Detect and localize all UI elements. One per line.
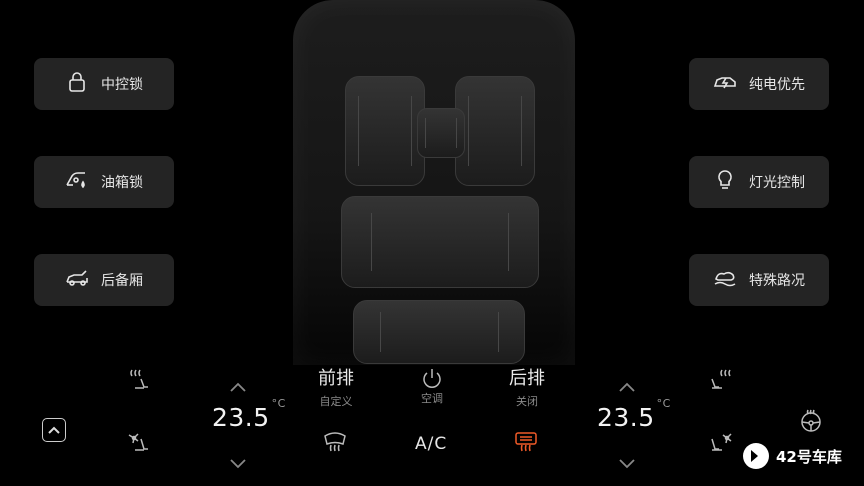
chevron-up-icon	[619, 382, 635, 392]
seat-vent-icon	[711, 433, 732, 451]
ac-button[interactable]: A/C	[415, 434, 447, 454]
seat-heat-icon	[130, 369, 148, 389]
rear-defrost-icon	[515, 432, 537, 452]
trunk-label: 后备厢	[101, 273, 143, 289]
front-zone-title: 前排	[318, 368, 354, 389]
third-row-seat	[353, 300, 525, 364]
center-console	[417, 108, 465, 158]
right-temp-display: 23.5 °C	[597, 397, 671, 432]
seat-heat-icon	[711, 369, 731, 389]
left-temp-display: 23.5 °C	[212, 397, 286, 432]
front-left-seat	[345, 76, 425, 186]
steering-wheel-heat-button[interactable]	[798, 408, 824, 438]
light-control-button[interactable]: 灯光控制	[689, 156, 829, 208]
ev-priority-icon	[713, 70, 737, 98]
left-seat-heat-button[interactable]	[126, 366, 152, 396]
lock-icon	[65, 70, 89, 98]
right-temp-down-button[interactable]	[618, 454, 636, 473]
ev-priority-button[interactable]: 纯电优先	[689, 58, 829, 110]
fuel-cap-lock-button[interactable]: 油箱锁	[34, 156, 174, 208]
left-temp-value: 23.5	[212, 403, 270, 432]
front-right-seat	[455, 76, 535, 186]
ac-power-button[interactable]: 空调	[414, 366, 450, 406]
front-zone-sub: 自定义	[319, 395, 353, 408]
trunk-button[interactable]: 后备厢	[34, 254, 174, 306]
left-temp-up-button[interactable]	[229, 378, 247, 397]
watermark-logo: 42号车库	[742, 442, 842, 470]
terrain-icon	[713, 266, 737, 294]
chevron-down-icon	[619, 459, 635, 469]
chevron-up-icon	[48, 426, 60, 434]
steering-wheel-heat-icon	[801, 409, 821, 432]
front-zone-button[interactable]: 前排 自定义	[306, 364, 366, 409]
right-seat-vent-button[interactable]	[708, 428, 734, 458]
right-temp-unit: °C	[656, 397, 671, 410]
rear-zone-sub: 关闭	[516, 395, 538, 408]
special-road-button[interactable]: 特殊路况	[689, 254, 829, 306]
fuel-cap-icon	[65, 168, 89, 196]
climate-bar: 23.5 °C 前排 自定义 空调 A/C 后排 关闭 23.5 °C 42号车…	[0, 356, 864, 486]
right-temp-up-button[interactable]	[618, 378, 636, 397]
rear-zone-button[interactable]: 后排 关闭	[497, 364, 557, 409]
ev-priority-label: 纯电优先	[749, 77, 805, 93]
chevron-up-icon	[230, 382, 246, 392]
rear-zone-title: 后排	[509, 368, 545, 389]
right-seat-heat-button[interactable]	[708, 366, 734, 396]
second-row-seat	[341, 196, 539, 288]
watermark-text: 42号车库	[776, 447, 842, 466]
left-seat-vent-button[interactable]	[126, 428, 152, 458]
expand-button[interactable]	[42, 418, 66, 442]
logo-icon	[743, 443, 769, 469]
right-temp-value: 23.5	[597, 403, 655, 432]
front-defrost-button[interactable]	[322, 428, 348, 458]
ac-power-label: 空调	[421, 392, 443, 405]
rear-defrost-button[interactable]	[513, 428, 539, 458]
seat-vent-icon	[128, 433, 148, 451]
special-road-label: 特殊路况	[749, 273, 805, 289]
left-temp-down-button[interactable]	[229, 454, 247, 473]
central-lock-button[interactable]: 中控锁	[34, 58, 174, 110]
fuel-cap-lock-label: 油箱锁	[101, 175, 143, 191]
light-bulb-icon	[713, 168, 737, 196]
power-icon	[414, 366, 450, 390]
front-defrost-icon	[324, 432, 346, 452]
car-top-view	[275, 0, 593, 365]
light-control-label: 灯光控制	[749, 175, 805, 191]
left-temp-unit: °C	[271, 397, 286, 410]
car-body	[293, 0, 575, 365]
ac-label: A/C	[415, 434, 448, 454]
trunk-icon	[65, 266, 89, 294]
chevron-down-icon	[230, 459, 246, 469]
central-lock-label: 中控锁	[101, 77, 143, 93]
